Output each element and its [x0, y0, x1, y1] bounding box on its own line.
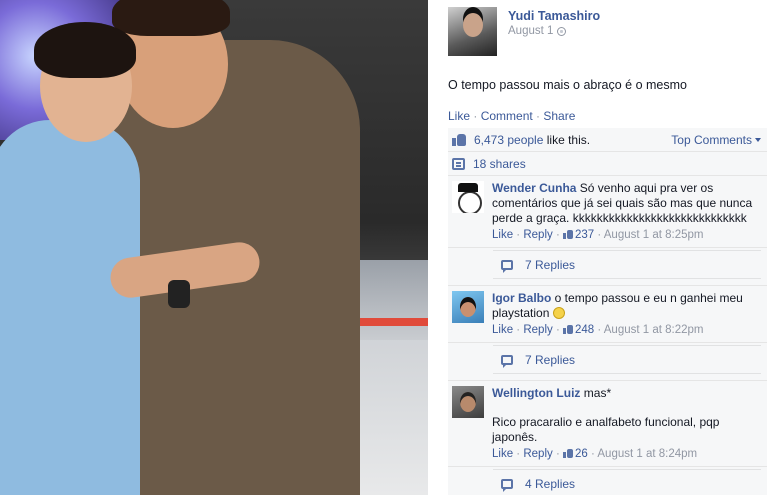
author-name[interactable]: Yudi Tamashiro	[508, 9, 600, 23]
comment-body: Igor Balbo o tempo passou e eu n ganhei …	[492, 291, 761, 338]
author-avatar[interactable]	[448, 7, 497, 56]
post-text: O tempo passou mais o abraço é o mesmo	[448, 78, 688, 92]
comment-likes-value: 26	[574, 448, 588, 460]
comment-meta: Like · Reply · 248 · August 1 at 8:22pm	[492, 324, 704, 336]
post-date[interactable]: August 1	[508, 25, 553, 37]
likes-suffix: like this.	[543, 132, 591, 147]
view-replies-button[interactable]: 7 Replies	[493, 345, 761, 374]
author-meta: Yudi Tamashiro August 1	[508, 9, 600, 56]
commenter-avatar[interactable]	[452, 291, 484, 323]
globe-icon[interactable]	[557, 26, 567, 36]
post-header: Yudi Tamashiro August 1	[448, 7, 600, 56]
photo-person-left-hair	[34, 22, 136, 78]
commenter-name[interactable]: Wender Cunha	[492, 181, 576, 195]
comment-time[interactable]: August 1 at 8:24pm	[597, 448, 697, 460]
reply-icon	[501, 259, 513, 273]
comment-link[interactable]: Comment	[481, 109, 533, 123]
comment-like-link[interactable]: Like	[492, 324, 513, 336]
share-link[interactable]: Share	[543, 109, 575, 123]
like-icon	[562, 449, 573, 458]
comment-item: Wellington Luiz mas* Rico pracaralio e a…	[448, 381, 767, 467]
replies-count: 7 Replies	[525, 352, 576, 367]
photo-watch	[168, 280, 190, 308]
reply-icon	[501, 354, 513, 368]
commenter-avatar[interactable]	[452, 181, 484, 213]
comment-reply-link[interactable]: Reply	[523, 448, 552, 460]
action-separator: ·	[470, 109, 481, 123]
share-icon	[452, 157, 465, 170]
view-replies-button[interactable]: 7 Replies	[493, 250, 761, 279]
replies-count: 7 Replies	[525, 257, 576, 272]
post-actions: Like · Comment · Share	[448, 109, 575, 123]
replies-container: 4 Replies	[448, 467, 767, 495]
comment-likes-value: 237	[574, 229, 595, 241]
photo-person-right-hair	[112, 0, 230, 36]
reply-icon	[501, 478, 513, 492]
like-link[interactable]: Like	[448, 109, 470, 123]
like-icon	[562, 325, 573, 334]
comment-item: Wender Cunha Só venho aqui pra ver os co…	[448, 176, 767, 248]
comment-time[interactable]: August 1 at 8:22pm	[604, 324, 704, 336]
comment-text-continued: Rico pracaralio e analfabeto funcional, …	[492, 415, 720, 444]
comment-likes-count[interactable]: 26	[562, 448, 588, 460]
comment-likes-count[interactable]: 237	[562, 229, 595, 241]
comment-reply-link[interactable]: Reply	[523, 229, 552, 241]
comment-meta: Like · Reply · 26 · August 1 at 8:24pm	[492, 448, 698, 460]
shares-link[interactable]: 18 shares	[473, 157, 526, 171]
commenter-name[interactable]: Igor Balbo	[492, 291, 551, 305]
comment-time[interactable]: August 1 at 8:25pm	[604, 229, 704, 241]
feedback-box: 6,473 people like this. Top Comments 18 …	[448, 128, 767, 495]
replies-container: 7 Replies	[448, 248, 767, 286]
comment-meta: Like · Reply · 237 · August 1 at 8:25pm	[492, 229, 704, 241]
smiley-icon	[552, 307, 565, 319]
like-icon	[452, 133, 466, 146]
likes-row: 6,473 people like this. Top Comments	[448, 128, 767, 152]
comment-reply-link[interactable]: Reply	[523, 324, 552, 336]
comment-likes-count[interactable]: 248	[562, 324, 595, 336]
comment-body: Wellington Luiz mas* Rico pracaralio e a…	[492, 386, 761, 462]
photo-person-left-body	[0, 120, 140, 495]
post-side-panel: Yudi Tamashiro August 1 O tempo passou m…	[428, 0, 770, 495]
view-replies-button[interactable]: 4 Replies	[493, 469, 761, 495]
commenter-avatar[interactable]	[452, 386, 484, 418]
replies-container: 7 Replies	[448, 343, 767, 381]
comment-body: Wender Cunha Só venho aqui pra ver os co…	[492, 181, 761, 243]
like-icon	[562, 230, 573, 239]
comment-likes-value: 248	[574, 324, 595, 336]
comment-item: Igor Balbo o tempo passou e eu n ganhei …	[448, 286, 767, 343]
action-separator: ·	[532, 109, 544, 123]
likes-count-link[interactable]: 6,473 people	[474, 133, 543, 147]
comment-like-link[interactable]: Like	[492, 229, 513, 241]
comment-sort-label: Top Comments	[671, 132, 752, 147]
shares-row: 18 shares	[448, 152, 767, 176]
comment-like-link[interactable]: Like	[492, 448, 513, 460]
replies-count: 4 Replies	[525, 476, 576, 491]
post-photo[interactable]	[0, 0, 428, 495]
chevron-down-icon	[755, 138, 761, 143]
comment-sort-dropdown[interactable]: Top Comments	[671, 133, 761, 147]
commenter-name[interactable]: Wellington Luiz	[492, 386, 580, 400]
comment-text: mas*	[580, 386, 612, 400]
post-date-row: August 1	[508, 25, 600, 37]
